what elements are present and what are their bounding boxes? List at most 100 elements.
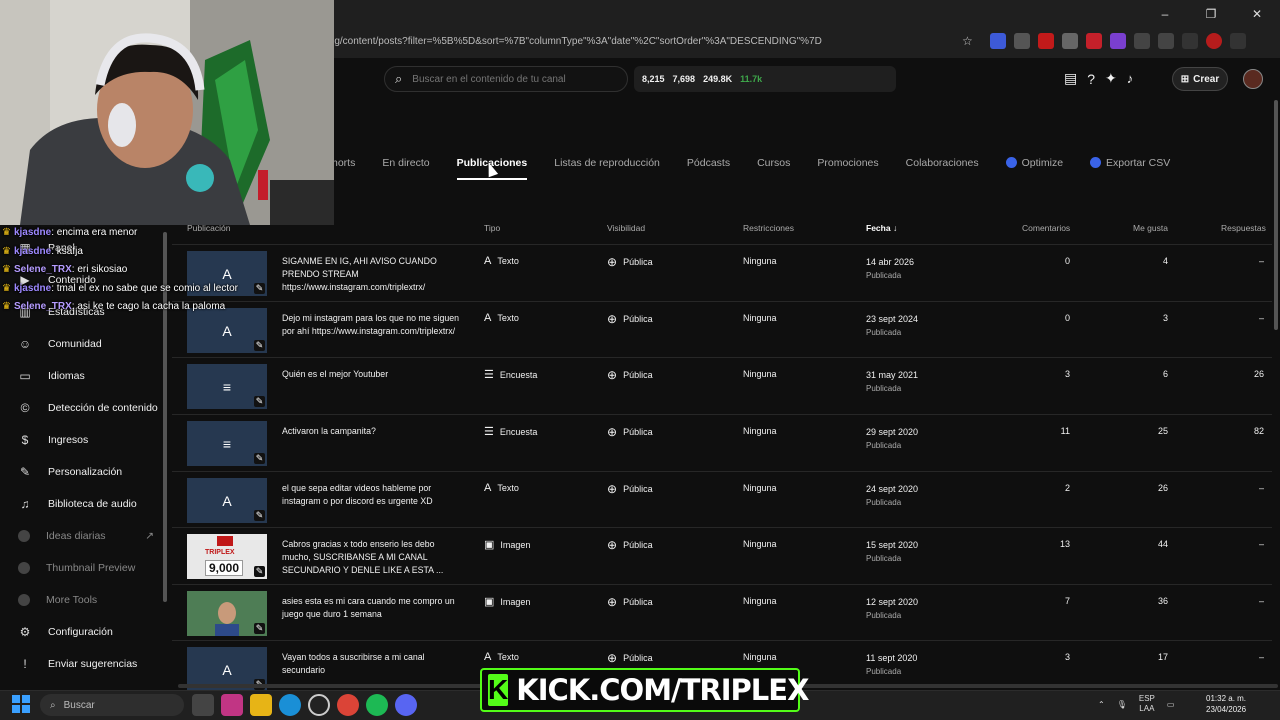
post-visibility[interactable]: ⊕ Pública: [607, 538, 653, 552]
obs-icon[interactable]: [308, 694, 330, 716]
extension-icon[interactable]: [1086, 33, 1102, 49]
post-text[interactable]: SIGANME EN IG, AHI AVISO CUANDO PRENDO S…: [282, 255, 462, 294]
post-thumbnail[interactable]: A✎: [187, 478, 267, 523]
address-bar[interactable]: Mg/content/posts?filter=%5B%5D&sort=%7B"…: [326, 32, 982, 52]
table-row[interactable]: A ✎ el que sepa editar videos hableme por …: [172, 471, 1272, 528]
post-text[interactable]: Quién es el mejor Youtuber: [282, 368, 462, 381]
sidebar-item-thumbnail-preview[interactable]: Thumbnail Preview: [0, 552, 166, 584]
edit-icon[interactable]: ✎: [254, 623, 265, 634]
sidebar-item-community[interactable]: ☺ Comunidad: [0, 328, 166, 360]
language-indicator[interactable]: ESP LAA: [1139, 694, 1155, 714]
edit-icon[interactable]: ✎: [254, 566, 265, 577]
extension-icon[interactable]: [1158, 33, 1174, 49]
col-comments[interactable]: Comentarios: [1022, 223, 1070, 233]
puzzle-icon[interactable]: [1134, 33, 1150, 49]
edit-icon[interactable]: ✎: [254, 396, 265, 407]
menu-icon[interactable]: [1230, 33, 1246, 49]
edge-icon[interactable]: [279, 694, 301, 716]
maximize-icon[interactable]: ❐: [1188, 0, 1234, 28]
extension-icon[interactable]: [990, 33, 1006, 49]
col-likes[interactable]: Me gusta: [1133, 223, 1168, 233]
spotify-icon[interactable]: [366, 694, 388, 716]
tab-live[interactable]: En directo: [382, 150, 429, 180]
post-text[interactable]: el que sepa editar videos hableme por in…: [282, 482, 462, 508]
bell-icon[interactable]: ♪: [1127, 71, 1134, 86]
extension-icon[interactable]: [1062, 33, 1078, 49]
feedback-icon[interactable]: ▤: [1064, 70, 1077, 87]
close-icon[interactable]: ✕: [1234, 0, 1280, 28]
download-icon[interactable]: [1182, 33, 1198, 49]
col-date[interactable]: Fecha ↓: [866, 223, 897, 233]
sparkle-icon[interactable]: ✦: [1105, 70, 1117, 87]
extension-icon[interactable]: [1110, 33, 1126, 49]
table-row[interactable]: ✎ asies esta es mi cara cuando me compro …: [172, 584, 1272, 641]
post-text[interactable]: Dejo mi instagram para los que no me sig…: [282, 312, 462, 338]
post-visibility[interactable]: ⊕ Pública: [607, 312, 653, 326]
sidebar-item-customization[interactable]: ✎ Personalización: [0, 456, 166, 488]
profile-icon[interactable]: [1206, 33, 1222, 49]
chrome-icon[interactable]: [337, 694, 359, 716]
create-button[interactable]: ⊞ Crear: [1172, 67, 1228, 91]
microphone-icon[interactable]: 🎙: [1117, 700, 1127, 709]
search-input[interactable]: [412, 73, 603, 85]
post-visibility[interactable]: ⊕ Pública: [607, 425, 653, 439]
discord-icon[interactable]: [395, 694, 417, 716]
sidebar-item-earn[interactable]: $ Ingresos: [0, 424, 166, 456]
sidebar-item-more-tools[interactable]: More Tools: [0, 584, 166, 616]
table-row[interactable]: ≡ ✎ Quién es el mejor Youtuber ☰ Encuesta ⊕ Pú…: [172, 357, 1272, 414]
search-box[interactable]: ⌕: [384, 66, 628, 92]
col-visibility[interactable]: Visibilidad: [607, 223, 645, 233]
post-visibility[interactable]: ⊕ Pública: [607, 482, 653, 496]
post-text[interactable]: Vayan todos a suscribirse a mi canal sec…: [282, 651, 462, 677]
table-row[interactable]: ≡ ✎ Activaron la campanita? ☰ Encuesta ⊕ Públi…: [172, 414, 1272, 471]
extension-icon[interactable]: [1014, 33, 1030, 49]
table-row[interactable]: A ✎ Dejo mi instagram para los que no me s…: [172, 301, 1272, 358]
tab-optimize[interactable]: Optimize: [1005, 150, 1063, 180]
post-text[interactable]: asies esta es mi cara cuando me compro u…: [282, 595, 462, 621]
col-restrictions[interactable]: Restricciones: [743, 223, 794, 233]
tab-playlists[interactable]: Listas de reproducción: [554, 150, 660, 180]
extension-icon[interactable]: [1038, 33, 1054, 49]
edit-icon[interactable]: ✎: [254, 340, 265, 351]
windows-start-icon[interactable]: [12, 695, 30, 713]
post-thumbnail[interactable]: ≡ ✎: [187, 364, 267, 409]
post-thumbnail[interactable]: ≡ ✎: [187, 421, 267, 466]
post-visibility[interactable]: ⊕ Pública: [607, 368, 653, 382]
post-text[interactable]: Activaron la campanita?: [282, 425, 462, 438]
chevron-up-icon[interactable]: ⌃: [1098, 700, 1105, 709]
sidebar-item-settings[interactable]: ⚙ Configuración: [0, 616, 166, 648]
edit-icon[interactable]: ✎: [254, 510, 265, 521]
bookmark-star-icon[interactable]: ☆: [962, 34, 973, 48]
file-explorer-icon[interactable]: [250, 694, 272, 716]
network-icon[interactable]: ▭: [1167, 700, 1175, 709]
tab-collaborations[interactable]: Colaboraciones: [906, 150, 979, 180]
sidebar-item-content-detection[interactable]: © Detección de contenido: [0, 392, 166, 424]
sidebar-item-audio-library[interactable]: ♫ Biblioteca de audio: [0, 488, 166, 520]
post-visibility[interactable]: ⊕ Pública: [607, 595, 653, 609]
page-scrollbar[interactable]: [1274, 100, 1278, 330]
minimize-icon[interactable]: –: [1142, 0, 1188, 28]
sidebar-item-languages[interactable]: ▭ Idiomas: [0, 360, 166, 392]
tab-podcasts[interactable]: Pódcasts: [687, 150, 730, 180]
post-thumbnail[interactable]: ✎: [187, 591, 267, 636]
col-type[interactable]: Tipo: [484, 223, 500, 233]
table-row[interactable]: A ✎ SIGANME EN IG, AHI AVISO CUANDO PRENDO…: [172, 244, 1272, 301]
sidebar-item-feedback[interactable]: ! Enviar sugerencias: [0, 648, 166, 680]
post-text[interactable]: Cabros gracias x todo enserio les debo m…: [282, 538, 462, 577]
col-replies[interactable]: Respuestas: [1221, 223, 1266, 233]
edit-icon[interactable]: ✎: [254, 453, 265, 464]
post-visibility[interactable]: ⊕ Pública: [607, 255, 653, 269]
instagram-icon[interactable]: [221, 694, 243, 716]
tab-shorts[interactable]: horts: [332, 150, 355, 180]
avatar[interactable]: [1243, 69, 1263, 89]
taskbar-search[interactable]: ⌕ Buscar: [40, 694, 184, 716]
post-visibility[interactable]: ⊕ Pública: [607, 651, 653, 665]
help-icon[interactable]: ?: [1087, 71, 1095, 87]
taskbar-clock[interactable]: 01:32 a. m. 23/04/2026: [1206, 693, 1246, 715]
tab-promotions[interactable]: Promociones: [817, 150, 878, 180]
app-icon[interactable]: [192, 694, 214, 716]
tab-courses[interactable]: Cursos: [757, 150, 790, 180]
tab-export-csv[interactable]: Exportar CSV: [1090, 150, 1170, 180]
sidebar-item-daily-ideas[interactable]: Ideas diarias ↗: [0, 520, 166, 552]
table-row[interactable]: TRIPLEX 9,000 ✎ Cabros gracias x todo enser…: [172, 527, 1272, 584]
